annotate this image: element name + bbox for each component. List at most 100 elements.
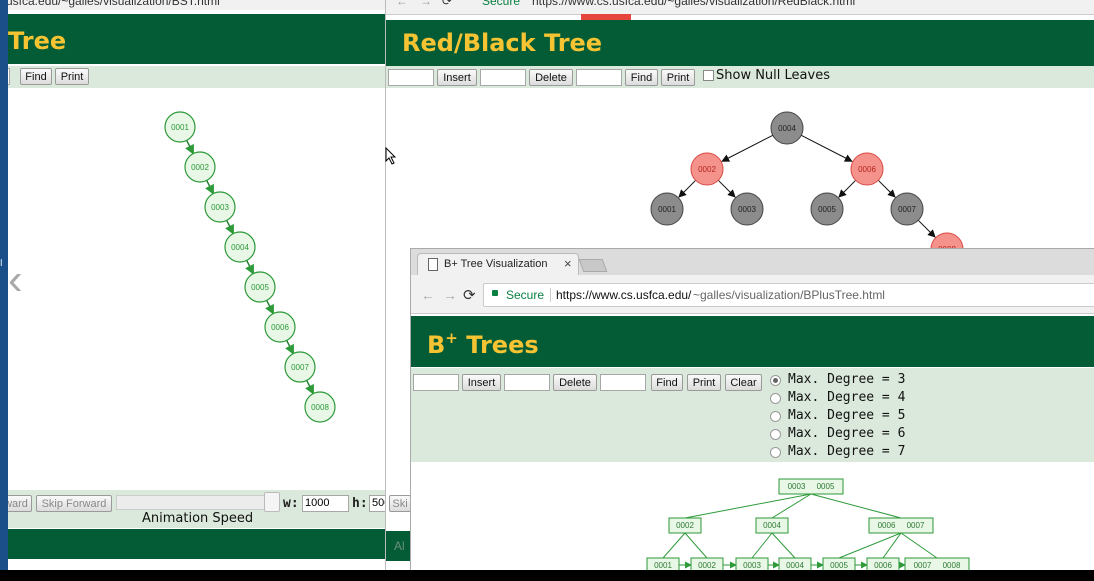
bst-print-button[interactable]: Print — [55, 68, 89, 85]
max-degree-radio[interactable] — [770, 411, 781, 422]
rb-delete-input[interactable] — [480, 69, 526, 86]
max-degree-label: Max. Degree = 6 — [788, 426, 906, 441]
max-degree-radio[interactable] — [770, 375, 781, 386]
rb-canvas: 00040002000600010003000500070008 — [650, 111, 964, 258]
rb-footer-label: Al — [394, 539, 405, 553]
rb-find-button[interactable]: Find — [625, 69, 658, 86]
bplus-internal-node-key: 0004 — [763, 521, 781, 530]
bplus-internal-node-key: 0007 — [907, 521, 925, 530]
max-degree-radio[interactable] — [770, 393, 781, 404]
lock-icon — [492, 290, 498, 296]
bst-node-label: 0005 — [251, 283, 269, 292]
bplus-insert-input[interactable] — [413, 374, 459, 391]
bplus-root-node-key: 0005 — [817, 482, 835, 491]
bplus-insert-button[interactable]: Insert — [462, 374, 501, 391]
page-icon — [428, 258, 438, 271]
bplus-secure-label: Secure — [506, 288, 545, 302]
max-degree-label: Max. Degree = 3 — [788, 372, 906, 387]
bplus-internal-node-key: 0006 — [878, 521, 896, 530]
rb-node-label: 0005 — [818, 205, 836, 214]
bplus-leaf-node-key: 0001 — [654, 561, 672, 570]
url-divider — [550, 288, 551, 302]
skip-forward-button[interactable]: Skip Forward — [36, 495, 112, 512]
rb-insert-button[interactable]: Insert — [437, 69, 477, 86]
rb-nav-back[interactable]: ← — [396, 0, 408, 8]
bst-node-label: 0001 — [171, 123, 189, 132]
bplus-edge — [662, 532, 686, 559]
bplus-tab[interactable]: B+ Tree Visualization × — [417, 253, 579, 276]
height-label: h: — [352, 496, 368, 511]
rb-edge — [717, 179, 736, 198]
bplus-title-rest: Trees — [457, 331, 539, 359]
bplus-clear-button[interactable]: Clear — [725, 374, 762, 391]
speed-slider-track[interactable] — [116, 495, 276, 510]
desktop-strip — [0, 0, 8, 581]
desktop-strip-label: ا — [0, 258, 3, 268]
step-back-button[interactable]: ward — [8, 495, 32, 512]
rb-control-bar: Insert Delete Find Print Show Null Leave… — [386, 66, 1094, 88]
max-degree-label: Max. Degree = 5 — [788, 408, 906, 423]
bplus-leaf-node-key: 0007 — [914, 561, 932, 570]
bplus-omnibox[interactable]: Secure https://www.cs.usfca.edu/ ~galles… — [483, 283, 1094, 307]
bst-node-label: 0004 — [231, 243, 249, 252]
rb-insert-input[interactable] — [388, 69, 434, 86]
rb-find-input[interactable] — [576, 69, 622, 86]
bplus-reload-icon[interactable]: ⟳ — [463, 286, 476, 304]
bplus-title-sup: + — [445, 329, 458, 347]
bst-footer-gap — [8, 559, 386, 570]
bplus-edge — [900, 532, 938, 559]
rb-skip-button[interactable]: Ski — [389, 495, 411, 512]
max-degree-radio[interactable] — [770, 447, 781, 458]
rb-node-label: 0004 — [778, 124, 796, 133]
rb-secure-label[interactable]: Secure — [482, 0, 520, 8]
bplus-delete-button[interactable]: Delete — [553, 374, 597, 391]
bplus-nav-back[interactable]: ← — [421, 287, 435, 303]
show-null-leaves-checkbox[interactable] — [703, 70, 714, 81]
bplus-canvas: 0003 0005 0002 0004 0006 0007 0001 0002 0003 0004… — [646, 478, 970, 571]
bplus-control-bar: Insert Delete Find Print Clear Max. Degr… — [411, 368, 1094, 462]
bplus-nav-forward[interactable]: → — [443, 287, 457, 303]
bplus-find-input[interactable] — [600, 374, 646, 391]
height-input[interactable]: 500 — [369, 495, 386, 512]
bplus-leaf-node-key: 0006 — [874, 561, 892, 570]
rb-node-label: 0007 — [898, 205, 916, 214]
rb-nav-forward[interactable]: → — [420, 0, 432, 8]
bplus-edge — [684, 532, 708, 559]
bplus-page-title: B+ Trees — [427, 329, 539, 359]
rb-reload-icon[interactable]: ⟳ — [442, 0, 452, 8]
rb-address-bar: ← → ⟳ Secure https://www.cs.usfca.edu/~g… — [386, 0, 1094, 15]
bst-window: usfca.edu/~galles/visualization/BST.html… — [8, 0, 386, 570]
bplus-url-host: https://www.cs.usfca.edu/ — [556, 288, 692, 302]
bst-edge — [225, 220, 234, 235]
bst-node-label: 0006 — [271, 323, 289, 332]
bplus-delete-input[interactable] — [504, 374, 550, 391]
rb-delete-button[interactable]: Delete — [529, 69, 573, 86]
rb-node-label: 0001 — [658, 205, 676, 214]
bst-edge — [205, 180, 214, 195]
speed-slider-thumb[interactable] — [264, 492, 280, 512]
rb-url[interactable]: https://www.cs.usfca.edu/~galles/visuali… — [532, 0, 855, 8]
max-degree-label: Max. Degree = 7 — [788, 444, 906, 459]
width-input[interactable]: 1000 — [302, 495, 349, 512]
bplus-print-button[interactable]: Print — [687, 374, 721, 391]
max-degree-radio[interactable] — [770, 429, 781, 440]
bst-edge — [245, 260, 254, 275]
bst-edge — [285, 340, 294, 355]
bst-url[interactable]: usfca.edu/~galles/visualization/BST.html — [8, 0, 220, 8]
new-tab-button[interactable] — [578, 259, 608, 272]
tab-close-icon[interactable]: × — [564, 256, 572, 271]
rb-edge — [801, 134, 853, 162]
bplus-leaf-node-key: 0003 — [743, 561, 761, 570]
rb-print-button[interactable]: Print — [661, 69, 695, 86]
bst-edge — [185, 140, 194, 155]
bplus-window: B+ Tree Visualization × ← → ⟳ Secure htt… — [410, 248, 1094, 571]
bst-address-bar[interactable]: usfca.edu/~galles/visualization/BST.html — [8, 0, 386, 10]
bst-find-button[interactable]: Find — [20, 68, 52, 85]
bplus-leaf-node-key: 0008 — [943, 561, 961, 570]
bplus-root-node-key: 0003 — [788, 482, 806, 491]
bplus-leaf-node-key: 0005 — [830, 561, 848, 570]
rb-edge — [917, 219, 936, 238]
bst-find-input[interactable] — [8, 68, 10, 85]
bplus-find-button[interactable]: Find — [651, 374, 683, 391]
width-label: w: — [283, 496, 299, 511]
